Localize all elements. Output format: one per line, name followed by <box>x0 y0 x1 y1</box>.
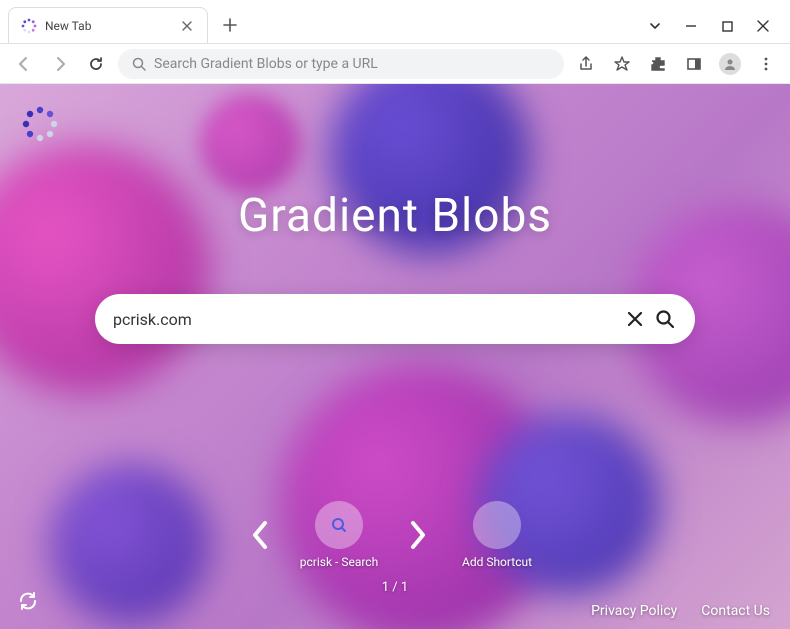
kebab-menu-icon[interactable] <box>752 50 780 78</box>
window-dropdown-icon[interactable] <box>646 17 664 35</box>
omnibox[interactable]: Search Gradient Blobs or type a URL <box>118 49 564 79</box>
back-button[interactable] <box>10 50 38 78</box>
clear-icon[interactable] <box>623 307 647 331</box>
avatar-icon <box>719 53 741 75</box>
search-submit-icon[interactable] <box>653 307 677 331</box>
shortcut-add-icon <box>473 501 521 549</box>
tab-favicon-icon <box>21 18 37 34</box>
window-controls <box>646 17 782 43</box>
shortcuts-pager: 1 / 1 <box>382 580 408 595</box>
shortcut-icon <box>315 501 363 549</box>
shortcuts-next-button[interactable] <box>401 519 435 551</box>
logo-spinner-icon <box>20 104 60 144</box>
privacy-link[interactable]: Privacy Policy <box>591 603 677 619</box>
decorative-blob <box>0 144 210 394</box>
shortcuts-prev-button[interactable] <box>243 519 277 551</box>
browser-tab[interactable]: New Tab <box>8 7 208 43</box>
bookmark-star-icon[interactable] <box>608 50 636 78</box>
window-close-icon[interactable] <box>754 17 772 35</box>
decorative-blob <box>200 94 300 194</box>
search-box[interactable] <box>95 294 695 344</box>
shortcut-item[interactable]: pcrisk - Search <box>289 501 389 569</box>
omnibox-placeholder: Search Gradient Blobs or type a URL <box>154 56 550 72</box>
contact-link[interactable]: Contact Us <box>701 603 770 619</box>
new-tab-button[interactable] <box>216 11 244 39</box>
page-content: Gradient Blobs pcrisk - Search Add Short… <box>0 84 790 629</box>
shortcut-label: pcrisk - Search <box>300 555 378 569</box>
search-icon <box>132 57 146 71</box>
share-icon[interactable] <box>572 50 600 78</box>
window-minimize-icon[interactable] <box>682 17 700 35</box>
footer-links: Privacy Policy Contact Us <box>591 603 770 619</box>
refresh-background-button[interactable] <box>14 587 42 615</box>
page-title: Gradient Blobs <box>0 189 790 243</box>
tab-close-icon[interactable] <box>179 18 195 34</box>
browser-toolbar: Search Gradient Blobs or type a URL <box>0 44 790 84</box>
decorative-blob <box>50 464 210 624</box>
shortcuts-row: pcrisk - Search Add Shortcut <box>243 501 547 569</box>
search-input[interactable] <box>113 310 623 329</box>
extensions-icon[interactable] <box>644 50 672 78</box>
side-panel-icon[interactable] <box>680 50 708 78</box>
reload-button[interactable] <box>82 50 110 78</box>
window-maximize-icon[interactable] <box>718 17 736 35</box>
profile-avatar[interactable] <box>716 50 744 78</box>
shortcut-add-label: Add Shortcut <box>462 555 532 569</box>
shortcut-add[interactable]: Add Shortcut <box>447 501 547 569</box>
tab-title: New Tab <box>45 19 171 33</box>
titlebar: New Tab <box>0 0 790 44</box>
forward-button[interactable] <box>46 50 74 78</box>
